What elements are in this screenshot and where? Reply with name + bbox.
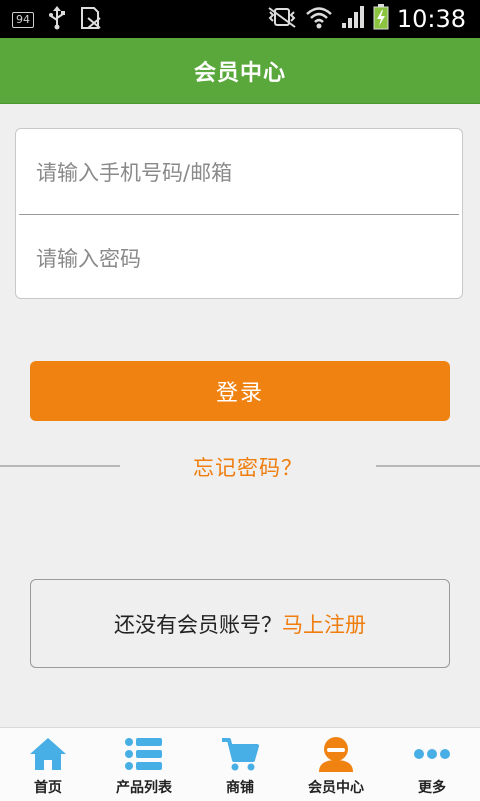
tab-shop[interactable]: 商铺 xyxy=(192,728,288,801)
battery-icon xyxy=(373,4,389,34)
more-icon xyxy=(384,736,480,772)
phone-email-field xyxy=(16,129,462,216)
page-title: 会员中心 xyxy=(193,60,286,86)
wifi-icon xyxy=(305,5,333,33)
tab-label: 商铺 xyxy=(226,780,254,796)
register-link[interactable]: 马上注册 xyxy=(282,609,366,639)
member-icon xyxy=(288,736,384,772)
home-icon xyxy=(0,736,96,772)
notification-badge: 94 xyxy=(12,12,34,28)
register-box[interactable]: 还没有会员账号？ 马上注册 xyxy=(30,579,450,668)
status-bar: 94 10:38 xyxy=(0,0,480,38)
login-button[interactable]: 登录 xyxy=(30,361,450,421)
usb-icon xyxy=(48,6,66,34)
debug-icon xyxy=(80,6,102,34)
vibrate-icon xyxy=(267,6,297,32)
tab-more[interactable]: 更多 xyxy=(384,728,480,801)
cart-icon xyxy=(192,736,288,772)
list-icon xyxy=(96,736,192,772)
tab-bar: 首页 产品列表 商铺 会员中心 更多 xyxy=(0,727,480,801)
forgot-password-link[interactable]: 忘记密码？ xyxy=(120,452,376,482)
divider-right xyxy=(376,465,480,467)
divider-left xyxy=(0,465,120,467)
tab-label: 首页 xyxy=(34,780,62,796)
signal-icon xyxy=(341,5,365,33)
header: 会员中心 xyxy=(0,38,480,104)
login-form xyxy=(15,128,463,302)
tab-member-center[interactable]: 会员中心 xyxy=(288,728,384,801)
tab-label: 产品列表 xyxy=(116,780,172,796)
clock: 10:38 xyxy=(396,5,466,33)
password-field xyxy=(16,215,462,302)
register-prompt: 还没有会员账号？ xyxy=(114,612,282,637)
phone-email-input[interactable] xyxy=(34,129,438,216)
tab-home[interactable]: 首页 xyxy=(0,728,96,801)
tab-product-list[interactable]: 产品列表 xyxy=(96,728,192,801)
tab-label: 更多 xyxy=(418,780,446,796)
password-input[interactable] xyxy=(34,215,438,302)
tab-label: 会员中心 xyxy=(308,780,364,796)
